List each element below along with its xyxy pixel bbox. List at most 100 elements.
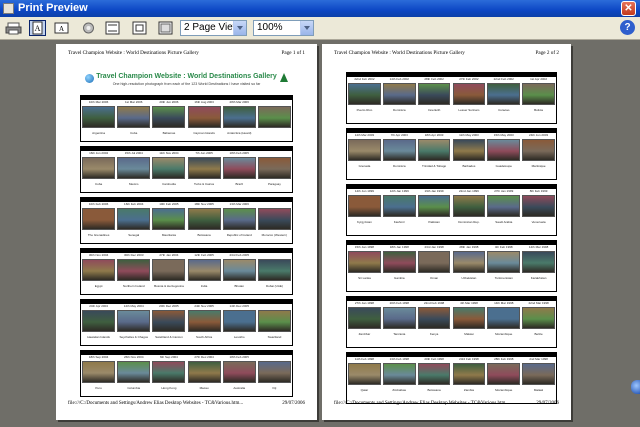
photo-thumbnail[interactable] (417, 83, 451, 105)
photo-thumbnail[interactable] (522, 363, 555, 385)
landscape-button[interactable]: A (53, 20, 70, 36)
photo-thumbnail[interactable] (187, 106, 221, 128)
photo-thumbnail[interactable] (222, 208, 256, 230)
photo-thumbnail[interactable] (487, 195, 521, 217)
photo-thumbnail[interactable] (382, 139, 416, 161)
photo-thumbnail[interactable] (82, 157, 116, 179)
photo-thumbnail[interactable] (348, 251, 381, 273)
photo-thumbnail[interactable] (82, 310, 116, 332)
photo-caption: Peru (95, 386, 102, 390)
photo-thumbnail[interactable] (382, 83, 416, 105)
full-screen-button[interactable] (131, 20, 148, 36)
header-footer-button[interactable] (104, 20, 121, 36)
photo-thumbnail[interactable] (348, 307, 381, 329)
photo-thumbnail[interactable] (222, 106, 256, 128)
photo-thumbnail[interactable] (222, 259, 256, 281)
photo-thumbnail[interactable] (257, 310, 291, 332)
photo-thumbnail[interactable] (187, 208, 221, 230)
page-setup-button[interactable] (80, 20, 97, 36)
photo-thumbnail[interactable] (152, 106, 186, 128)
photo-date: 1st Mar 2006 (124, 100, 143, 104)
portrait-button[interactable]: A (29, 20, 46, 36)
photo-date: 28th Jan 1998 (459, 245, 479, 249)
photo-caption: Australia (233, 386, 246, 390)
photo-thumbnail[interactable] (257, 361, 291, 383)
photo-thumbnail[interactable] (117, 157, 151, 179)
photo-thumbnail[interactable] (487, 139, 521, 161)
photo-thumbnail[interactable] (257, 208, 291, 230)
photo-thumbnail[interactable] (152, 208, 186, 230)
photo-thumbnail[interactable] (522, 251, 555, 273)
photo-thumbnail[interactable] (117, 259, 151, 281)
photo-thumbnail[interactable] (487, 83, 521, 105)
photo-thumbnail[interactable] (257, 157, 291, 179)
photo-thumbnail[interactable] (187, 361, 221, 383)
photo-thumbnail[interactable] (452, 83, 486, 105)
photo-thumbnail[interactable] (187, 310, 221, 332)
photo-thumbnail[interactable] (152, 310, 186, 332)
zoom-select[interactable]: 100% (253, 20, 314, 36)
photo-thumbnail[interactable] (417, 195, 451, 217)
photo-thumbnail[interactable] (522, 307, 555, 329)
photo-thumbnail[interactable] (522, 139, 555, 161)
photo-thumbnail[interactable] (452, 139, 486, 161)
photo-thumbnail[interactable] (382, 195, 416, 217)
photo-caption: Belize (534, 332, 543, 336)
photo-thumbnail[interactable] (487, 307, 521, 329)
photo-thumbnail[interactable] (382, 251, 416, 273)
photo-thumbnail[interactable] (348, 83, 381, 105)
photo-thumbnail[interactable] (82, 361, 116, 383)
print-button[interactable] (4, 20, 23, 36)
close-button[interactable]: ✕ (621, 1, 636, 16)
photo-thumbnail[interactable] (522, 195, 555, 217)
photo-thumbnail[interactable] (152, 259, 186, 281)
photo-thumbnail[interactable] (117, 208, 151, 230)
photo-thumbnail[interactable] (348, 195, 381, 217)
photo-thumbnail[interactable] (222, 157, 256, 179)
photo-thumbnail[interactable] (382, 307, 416, 329)
view-mode-select[interactable]: 2 Page View (180, 20, 247, 36)
photo-thumbnail[interactable] (382, 363, 416, 385)
photo-thumbnail[interactable] (417, 363, 451, 385)
photo-thumbnail[interactable] (117, 106, 151, 128)
photo-thumbnail[interactable] (417, 251, 451, 273)
photo-thumbnail[interactable] (487, 363, 521, 385)
photo-date (257, 253, 292, 258)
photo-thumbnail[interactable] (257, 259, 291, 281)
photo-caption: Mozambique (495, 388, 513, 392)
photo-thumbnail[interactable] (452, 363, 486, 385)
photo-thumbnail[interactable] (417, 139, 451, 161)
photo-thumbnail[interactable] (257, 106, 291, 128)
photo-thumbnail[interactable] (452, 195, 486, 217)
shrink-button[interactable] (157, 20, 174, 36)
photo-date: 10th Mar 2006 (88, 100, 109, 104)
photo-thumbnail[interactable] (152, 157, 186, 179)
photo-date: 23rd Feb 2005 (229, 253, 249, 257)
photo-thumbnail[interactable] (222, 361, 256, 383)
chevron-down-icon[interactable] (233, 21, 246, 35)
photo-thumbnail[interactable] (82, 208, 116, 230)
photo-thumbnail[interactable] (522, 83, 555, 105)
chevron-down-icon[interactable] (300, 21, 313, 35)
photo-thumbnail[interactable] (487, 251, 521, 273)
photo-date: 22nd Mar 1998 (528, 301, 549, 305)
photo-thumbnail[interactable] (348, 139, 381, 161)
photo-thumbnail[interactable] (117, 310, 151, 332)
photo-thumbnail[interactable] (417, 307, 451, 329)
photo-thumbnail[interactable] (117, 361, 151, 383)
photo-thumbnail[interactable] (452, 251, 486, 273)
photo-date: 4th Feb 1998 (494, 245, 513, 249)
photo-caption: Pakistan (428, 220, 440, 224)
photo-thumbnail[interactable] (348, 363, 381, 385)
help-button[interactable]: ? (620, 20, 635, 35)
photo-thumbnail[interactable] (187, 157, 221, 179)
photo-thumbnail[interactable] (187, 259, 221, 281)
photo-thumbnail[interactable] (82, 259, 116, 281)
photo-caption: The Grenadines (87, 233, 110, 237)
photo-thumbnail[interactable] (152, 361, 186, 383)
photo-thumbnail[interactable] (82, 106, 116, 128)
photo-thumbnail[interactable] (222, 310, 256, 332)
photo-thumbnail[interactable] (452, 307, 486, 329)
photo-date: 16th Aug 2003 (194, 100, 214, 104)
scroll-handle[interactable] (631, 380, 640, 394)
